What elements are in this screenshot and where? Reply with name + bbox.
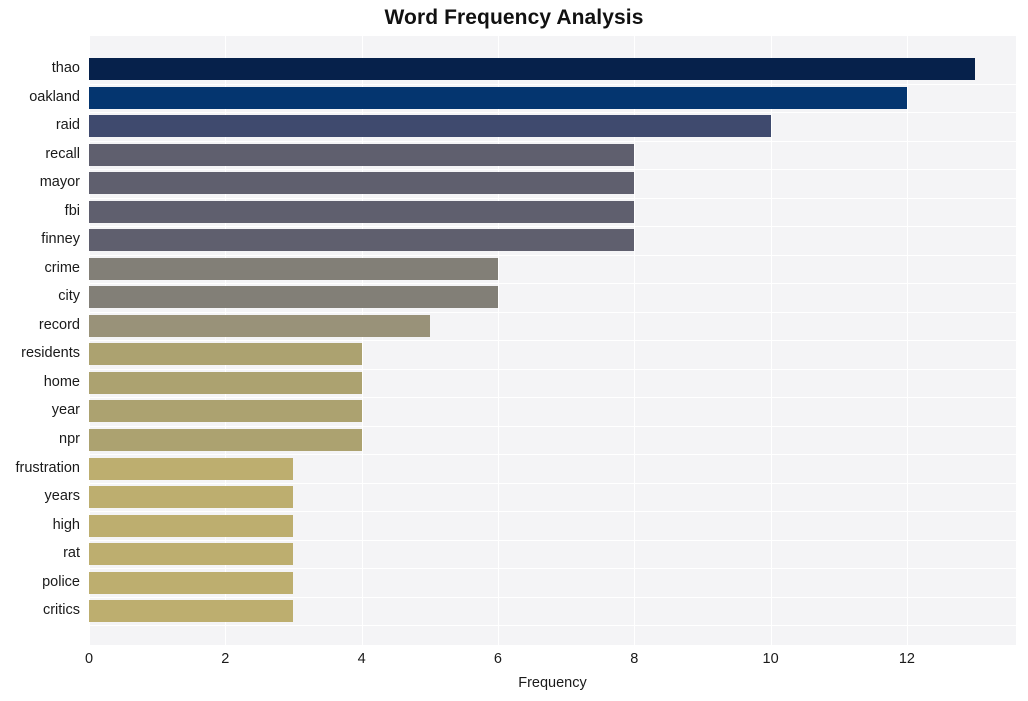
x-axis-title: Frequency [518, 675, 587, 691]
x-tick-label: 2 [221, 651, 230, 667]
x-tick-label: 8 [630, 651, 639, 667]
x-tick-label: 4 [357, 651, 366, 667]
x-axis-tick-labels: 0 2 4 6 8 10 12 [0, 0, 1028, 701]
x-tick-label: 12 [898, 651, 915, 667]
x-tick-label: 0 [84, 651, 94, 667]
x-tick-label: 10 [762, 651, 779, 667]
chart-figure: Word Frequency Analysis thao oakland raid r… [0, 0, 1028, 701]
x-tick-label: 6 [493, 651, 502, 667]
